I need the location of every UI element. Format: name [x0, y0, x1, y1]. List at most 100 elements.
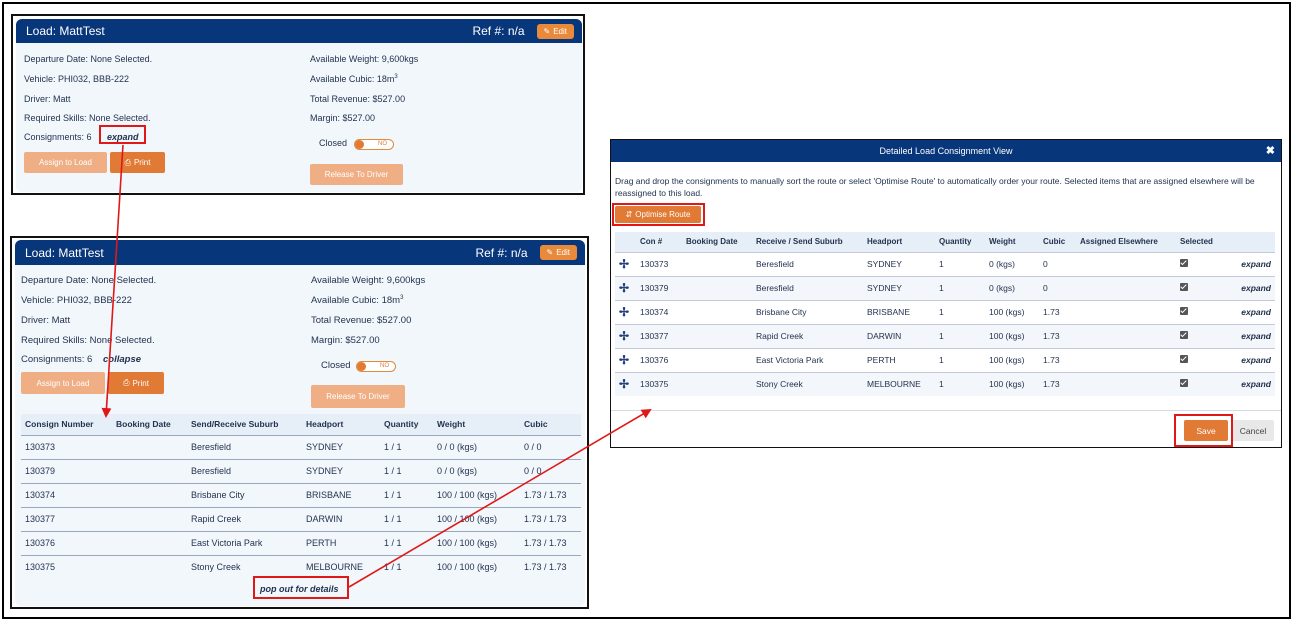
optimise-route-highlight	[612, 203, 705, 226]
printer-icon: ⎙	[124, 157, 131, 167]
cell-suburb: East Victoria Park	[187, 530, 302, 555]
table-row[interactable]: 130379 Beresfield SYDNEY 1 / 10 / 0 (kgs) 0 …	[21, 458, 581, 483]
drag-handle-icon[interactable]: ✢	[619, 329, 629, 343]
assign-to-load-button[interactable]: Assign to Load	[21, 372, 105, 394]
edit-button[interactable]: ✎ Edit	[536, 23, 574, 39]
assign-to-load-button[interactable]: Assign to Load	[24, 152, 107, 173]
selected-checkbox[interactable]	[1180, 259, 1188, 267]
table-row[interactable]: 130377 Rapid Creek DARWIN 1 / 1 100 / 100 (k…	[21, 506, 581, 531]
driver: Driver: Matt	[24, 94, 71, 104]
col-booking-date: Booking Date	[682, 232, 752, 252]
available-cubic-sup: 3	[394, 74, 398, 80]
available-cubic: Available Cubic: 18m3	[311, 295, 403, 306]
release-to-driver-button[interactable]: Release To Driver	[310, 164, 403, 185]
cell-cubic: 1.73 / 1.73	[520, 506, 581, 531]
closed-toggle[interactable]: NO	[356, 361, 396, 372]
load-card-header: Load: MattTest Ref #: n/a ✎ Edit	[15, 240, 585, 265]
ref-number: Ref #: n/a	[475, 245, 528, 260]
expand-link[interactable]: expand	[1241, 283, 1271, 293]
selected-checkbox[interactable]	[1180, 379, 1188, 388]
cell-weight: 0 (kgs)	[985, 275, 1039, 300]
cell-assigned-elsewhere	[1076, 299, 1176, 324]
selected-checkbox[interactable]	[1180, 307, 1188, 315]
cell-cubic: 1.73 / 1.73	[520, 554, 581, 579]
cell-suburb: Brisbane City	[187, 482, 302, 507]
consignments-count: Consignments: 6	[24, 132, 92, 142]
table-row[interactable]: ✢ 130373 Beresfield SYDNEY 1 0 (kgs) 0 expand	[615, 251, 1275, 276]
table-row[interactable]: ✢ 130377 Rapid Creek DARWIN 1 100 (kgs) 1.73 ex…	[615, 323, 1275, 348]
cell-con-number: 130379	[636, 275, 682, 300]
close-icon[interactable]: ✖	[1266, 144, 1275, 157]
departure-date: Departure Date: None Selected.	[21, 275, 157, 286]
cell-quantity: 1	[935, 323, 985, 348]
available-cubic-sup: 3	[400, 295, 404, 301]
cell-quantity: 1	[935, 347, 985, 372]
drag-handle-icon[interactable]: ✢	[619, 377, 629, 391]
closed-label: Closed	[321, 360, 351, 371]
drag-handle-icon[interactable]: ✢	[619, 281, 629, 295]
col-quantity: Quantity	[935, 232, 985, 252]
table-row[interactable]: ✢ 130375 Stony Creek MELBOURNE 1 100 (kgs) 1.7…	[615, 371, 1275, 396]
selected-checkbox[interactable]	[1180, 283, 1188, 291]
consignments-count: Consignments: 6	[21, 354, 93, 365]
cell-suburb: Beresfield	[187, 458, 302, 483]
cell-quantity: 1 / 1	[380, 434, 433, 459]
cell-weight: 0 / 0 (kgs)	[433, 458, 520, 483]
dialog-title-bar: Detailed Load Consignment View ✖	[611, 140, 1281, 162]
print-button[interactable]: ⎙ Print	[108, 372, 164, 394]
closed-toggle[interactable]: NO	[354, 139, 394, 150]
cell-quantity: 1 / 1	[380, 530, 433, 555]
cell-weight: 100 (kgs)	[985, 299, 1039, 324]
expand-link[interactable]: expand	[1241, 355, 1271, 365]
table-row[interactable]: 130376 East Victoria Park PERTH 1 / 1 100 / …	[21, 530, 581, 555]
col-drag	[615, 232, 636, 252]
available-weight: Available Weight: 9,600kgs	[311, 275, 426, 286]
departure-date: Departure Date: None Selected.	[24, 54, 153, 64]
drag-handle-icon[interactable]: ✢	[619, 305, 629, 319]
cancel-button[interactable]: Cancel	[1232, 420, 1274, 441]
cell-con-number: 130375	[636, 371, 682, 396]
table-row[interactable]: ✢ 130374 Brisbane City BRISBANE 1 100 (kgs) 1.…	[615, 299, 1275, 324]
consignment-table: Consign Number Booking Date Send/Receive…	[21, 414, 581, 579]
cell-headport: SYDNEY	[302, 458, 380, 483]
table-row[interactable]: ✢ 130376 East Victoria Park PERTH 1 100 (kgs)…	[615, 347, 1275, 372]
bottom-load-panel: Load: MattTest Ref #: n/a ✎ Edit Departur…	[10, 236, 589, 609]
cell-booking-date	[682, 251, 752, 276]
cell-suburb: Stony Creek	[752, 371, 863, 396]
edit-button[interactable]: ✎ Edit	[539, 245, 577, 260]
available-cubic-text: Available Cubic: 18m	[310, 74, 395, 84]
drag-handle-icon[interactable]: ✢	[619, 353, 629, 367]
cell-quantity: 1	[935, 251, 985, 276]
col-selected: Selected	[1176, 232, 1226, 252]
print-button[interactable]: ⎙ Print	[110, 152, 165, 173]
expand-link[interactable]: expand	[1241, 307, 1271, 317]
drag-handle-icon[interactable]: ✢	[619, 257, 629, 271]
expand-link[interactable]: expand	[1241, 259, 1271, 269]
cell-weight: 100 (kgs)	[985, 323, 1039, 348]
total-revenue: Total Revenue: $527.00	[310, 94, 406, 104]
cell-suburb: Rapid Creek	[187, 506, 302, 531]
cell-cubic: 0 / 0	[520, 458, 581, 483]
table-row[interactable]: 130374 Brisbane City BRISBANE 1 / 1 100 / 10…	[21, 482, 581, 507]
cell-con-number: 130374	[636, 299, 682, 324]
selected-checkbox[interactable]	[1180, 331, 1188, 339]
expand-link[interactable]: expand	[1241, 331, 1271, 341]
selected-checkbox[interactable]	[1180, 355, 1188, 363]
cell-suburb: Beresfield	[187, 434, 302, 459]
available-cubic: Available Cubic: 18m3	[310, 74, 398, 84]
table-row[interactable]: 130373 Beresfield SYDNEY 1 / 10 / 0 (kgs) 0 …	[21, 434, 581, 459]
total-revenue: Total Revenue: $527.00	[311, 315, 412, 326]
cell-headport: MELBOURNE	[863, 371, 935, 396]
closed-label: Closed	[319, 138, 348, 148]
cell-assigned-elsewhere	[1076, 275, 1176, 300]
load-card: Load: MattTest Ref #: n/a ✎ Edit Departur…	[16, 19, 582, 192]
cell-weight: 100 / 100 (kgs)	[433, 506, 520, 531]
cell-assigned-elsewhere	[1076, 251, 1176, 276]
collapse-link[interactable]: collapse	[103, 354, 141, 365]
vehicle: Vehicle: PHI032, BBB-222	[24, 74, 130, 84]
release-to-driver-button[interactable]: Release To Driver	[311, 385, 405, 408]
expand-link[interactable]: expand	[1241, 379, 1271, 389]
table-row[interactable]: ✢ 130379 Beresfield SYDNEY 1 0 (kgs) 0 expand	[615, 275, 1275, 300]
cell-quantity: 1	[935, 299, 985, 324]
cell-booking-date	[112, 530, 187, 555]
